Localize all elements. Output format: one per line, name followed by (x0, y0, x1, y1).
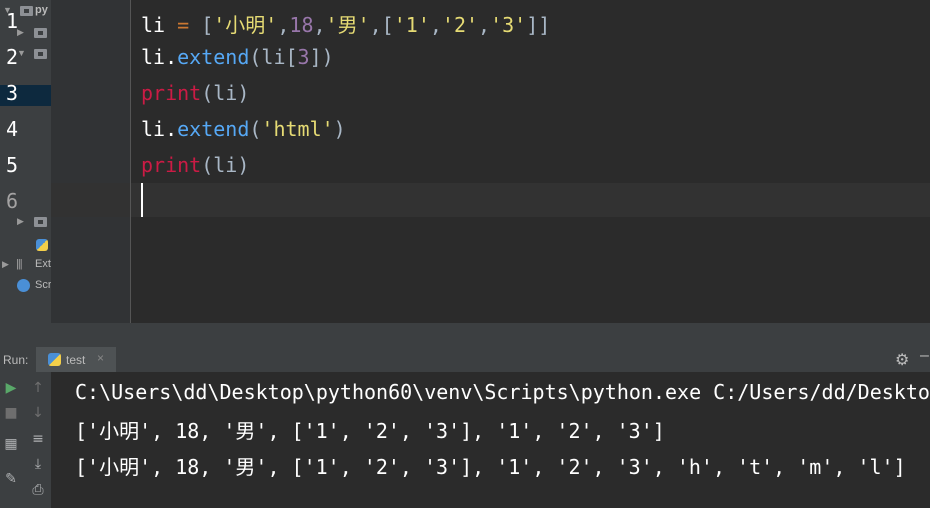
tree-item-label: Ext (35, 258, 51, 270)
code-token: print (141, 81, 202, 105)
stop-icon[interactable]: ■ (1, 403, 21, 423)
pin-icon[interactable]: ✎ (1, 469, 21, 489)
run-panel-header: Run: test × ⚙ – (0, 347, 930, 373)
code-token: extend (177, 45, 250, 69)
folder-icon (34, 28, 47, 38)
code-token: ( (249, 117, 262, 141)
console-line: C:\Users\dd\Desktop\python60\venv\Script… (75, 380, 930, 404)
code-token: ,[ (369, 13, 394, 37)
rerun-up-icon[interactable]: ↑ (28, 378, 48, 398)
python-file-icon (36, 239, 48, 251)
code-token: ]] (526, 13, 551, 37)
code-token: = (165, 13, 202, 37)
chevron-right-icon[interactable]: ▶ (17, 216, 24, 227)
scroll-end-icon[interactable]: ⤓ (28, 454, 48, 474)
tree-item-folder[interactable]: ▶ (0, 213, 51, 231)
current-line-gutter-highlight (51, 183, 130, 217)
console-line: ['小明', 18, '男', ['1', '2', '3'], '1', '2… (75, 455, 906, 479)
tree-item-scratches[interactable]: Scr (0, 277, 51, 295)
code-token: li. (141, 45, 178, 69)
code-token: '小明' (213, 13, 278, 37)
library-icon: ||| (16, 258, 23, 270)
code-token: 'html' (261, 117, 334, 141)
run-panel-label: Run: (3, 353, 29, 367)
run-tab-test[interactable]: test × (36, 347, 116, 372)
code-token: , (277, 13, 290, 37)
code-token: , (478, 13, 491, 37)
gear-icon[interactable]: ⚙ (895, 350, 909, 370)
code-token: '男' (325, 13, 370, 37)
code-token: print (141, 153, 202, 177)
console-line: ['小明', 18, '男', ['1', '2', '3'], '1', '2… (75, 419, 665, 443)
python-icon (48, 353, 61, 366)
code-token: (li) (201, 81, 250, 105)
run-tab-label: test (66, 353, 86, 367)
chevron-right-icon[interactable]: ▶ (2, 259, 9, 270)
tree-item-label: Scr (35, 279, 51, 291)
code-line-4[interactable]: li.extend('html') (141, 117, 346, 141)
code-token: 18 (289, 13, 314, 37)
code-token: [ (201, 13, 214, 37)
code-token: '2' (441, 13, 479, 37)
code-token: ]) (309, 45, 334, 69)
close-icon[interactable]: × (97, 351, 104, 365)
code-token: (li[ (249, 45, 298, 69)
tree-item-python-file[interactable] (0, 236, 51, 254)
down-icon[interactable]: ↓ (28, 403, 48, 423)
layout-icon[interactable]: ▦ (1, 434, 21, 454)
minimize-icon[interactable]: – (920, 347, 929, 365)
code-token: , (429, 13, 442, 37)
tree-item-label: py (35, 4, 48, 16)
text-caret (141, 183, 143, 217)
code-line-3[interactable]: print(li) (141, 81, 249, 105)
line-number: 2 (6, 45, 19, 69)
code-token: '1' (393, 13, 430, 37)
panel-splitter[interactable] (0, 323, 930, 347)
code-token: 3 (297, 45, 310, 69)
folder-icon (34, 49, 47, 59)
current-line-highlight (131, 183, 930, 217)
line-number: 1 (6, 9, 19, 33)
run-icon[interactable]: ▶ (1, 378, 21, 398)
line-number-gutter (51, 0, 131, 323)
line-number: 3 (6, 81, 19, 105)
chevron-down-icon[interactable]: ▼ (17, 48, 26, 58)
code-token: extend (177, 117, 250, 141)
code-token: ) (333, 117, 346, 141)
run-toolbar: ▶ ↑ ■ ↓ ▦ ≡ ✎ ⤓ ⎙ (0, 372, 51, 508)
code-token: li (141, 13, 166, 37)
scratches-icon (17, 279, 30, 292)
line-number: 5 (6, 153, 19, 177)
code-line-1[interactable]: li = ['小明',18,'男',['1','2','3']] (141, 9, 550, 38)
code-token: li. (141, 117, 178, 141)
line-number-current: 6 (6, 189, 19, 213)
soft-wrap-icon[interactable]: ≡ (28, 429, 48, 449)
code-line-2[interactable]: li.extend(li[3]) (141, 45, 334, 69)
tree-item-external-libraries[interactable]: ▶ ||| Ext (0, 256, 51, 274)
line-number: 4 (6, 117, 19, 141)
folder-icon (34, 217, 47, 227)
folder-icon (20, 6, 33, 16)
code-token: '3' (490, 13, 527, 37)
code-token: , (313, 13, 326, 37)
print-icon[interactable]: ⎙ (28, 480, 48, 500)
code-token: (li) (201, 153, 250, 177)
code-line-5[interactable]: print(li) (141, 153, 249, 177)
